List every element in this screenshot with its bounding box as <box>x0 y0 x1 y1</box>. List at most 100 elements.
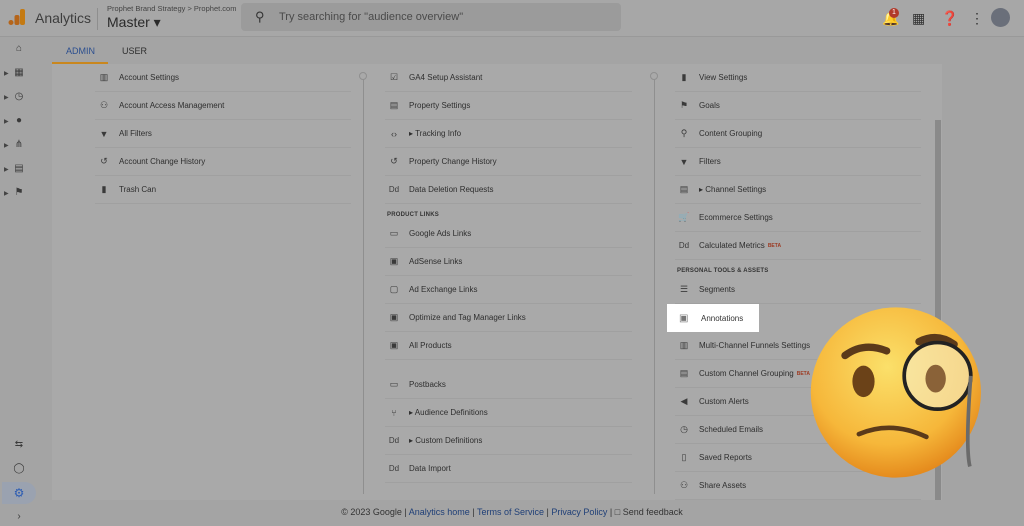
help-icon[interactable]: ❓ <box>941 10 958 27</box>
comment-icon: ▣ <box>679 312 689 324</box>
flag-icon: ⚑ <box>679 100 689 110</box>
divider <box>97 8 98 30</box>
expand-arrow-icon[interactable]: ▶ <box>4 142 9 149</box>
column-divider <box>363 74 364 494</box>
person-icon[interactable]: ● <box>12 115 26 126</box>
tab-admin[interactable]: ADMIN <box>66 46 95 56</box>
bar-chart-icon: ▥ <box>679 340 689 350</box>
avatar[interactable] <box>991 8 1010 27</box>
menu-item-label: Calculated Metrics <box>699 241 765 250</box>
menu-item-label: Filters <box>699 157 721 166</box>
menu-item-label: Content Grouping <box>699 129 763 138</box>
trash-icon: ▮ <box>101 184 107 194</box>
menu-item-tracking-info[interactable]: ‹› ▸ Tracking Info <box>385 120 632 148</box>
left-nav: ⌂ ▶ ▦ ▶ ◷ ▶ ● ▶ ⋔ ▶ ▤ ▶ ⚑ ⇆ ◯ ⚙ › <box>0 37 38 526</box>
privacy-link[interactable]: Privacy Policy <box>551 507 607 517</box>
property-icon: ▤ <box>389 100 399 110</box>
menu-item-filters[interactable]: ▼ Filters <box>675 148 921 176</box>
menu-item-postbacks[interactable]: ▭ Postbacks <box>385 371 632 399</box>
menu-item-label: Saved Reports <box>699 453 752 462</box>
acquisition-icon[interactable]: ⋔ <box>12 139 26 150</box>
menu-item-label: Property Settings <box>409 101 471 110</box>
menu-item-view-settings[interactable]: ▮ View Settings <box>675 64 921 92</box>
terms-link[interactable]: Terms of Service <box>477 507 544 517</box>
menu-item-label: ▸ Channel Settings <box>699 185 767 194</box>
menu-item-all-filters[interactable]: ▼ All Filters <box>95 120 351 148</box>
menu-item-label: Optimize and Tag Manager Links <box>409 313 526 322</box>
expand-arrow-icon[interactable]: ▶ <box>4 94 9 101</box>
attribution-icon[interactable]: ⇆ <box>12 439 26 450</box>
menu-item-property-change-history[interactable]: ↺ Property Change History <box>385 148 632 176</box>
menu-item-google-ads-links[interactable]: ▭ Google Ads Links <box>385 220 632 248</box>
menu-item-ga-setup-assistant[interactable]: ☑ GA4 Setup Assistant <box>385 64 632 92</box>
apps-grid-icon[interactable]: ▦ <box>912 10 925 27</box>
menu-item-trash-can[interactable]: ▮ Trash Can <box>95 176 351 204</box>
menu-item-label: ▸ Tracking Info <box>409 129 462 138</box>
menu-item-label: Account Change History <box>119 157 206 166</box>
menu-item-content-grouping[interactable]: ⚲ Content Grouping <box>675 120 921 148</box>
filter-icon: ▼ <box>679 156 689 167</box>
column-divider <box>654 74 655 494</box>
link-icon: ▣ <box>389 340 399 350</box>
collapse-handle[interactable] <box>359 72 367 80</box>
menu-item-account-access-management[interactable]: ⚇ Account Access Management <box>95 92 351 120</box>
menu-item-property-settings[interactable]: ▤ Property Settings <box>385 92 632 120</box>
menu-item-custom-definitions[interactable]: Dd ▸ Custom Definitions <box>385 427 632 455</box>
view-selector[interactable]: Master ▾ <box>107 14 161 31</box>
menu-item-label: Share Assets <box>699 481 747 490</box>
analytics-logo[interactable] <box>8 8 26 26</box>
menu-item-account-change-history[interactable]: ↺ Account Change History <box>95 148 351 176</box>
menu-item-data-import[interactable]: Dd Data Import <box>385 455 632 483</box>
postback-icon: ▭ <box>389 379 399 389</box>
menu-item-adsense-links[interactable]: ▣ AdSense Links <box>385 248 632 276</box>
channel-icon: ▤ <box>679 184 689 194</box>
monocle-face-emoji <box>810 307 981 478</box>
menu-item-channel-settings[interactable]: ▤ ▸ Channel Settings <box>675 176 921 204</box>
flag-icon[interactable]: ⚑ <box>12 187 26 198</box>
menu-item-label: Account Access Management <box>119 101 225 110</box>
admin-gear-icon[interactable]: ⚙ <box>2 482 36 504</box>
menu-item-label: ▸ Custom Definitions <box>409 436 483 445</box>
menu-item-ecommerce-settings[interactable]: 🛒 Ecommerce Settings <box>675 204 921 232</box>
expand-arrow-icon[interactable]: ▶ <box>4 190 9 197</box>
annotations-highlight[interactable]: ▣ Annotations <box>667 304 759 332</box>
section-heading: PERSONAL TOOLS & ASSETS <box>677 268 769 274</box>
behavior-icon[interactable]: ▤ <box>12 163 26 174</box>
menu-item-label: Account Settings <box>119 73 180 82</box>
menu-item-account-settings[interactable]: ▥ Account Settings <box>95 64 351 92</box>
menu-item-optimize-and-tag-manager-links[interactable]: ▣ Optimize and Tag Manager Links <box>385 304 632 332</box>
menu-item-calculated-metrics[interactable]: Dd Calculated Metrics BETA <box>675 232 921 260</box>
menu-item-all-products[interactable]: ▣ All Products <box>385 332 632 360</box>
lightbulb-icon[interactable]: ◯ <box>12 463 26 474</box>
breadcrumb[interactable]: Prophet Brand Strategy > Prophet.com <box>107 4 236 13</box>
menu-item-label: View Settings <box>699 73 748 82</box>
menu-item-data-deletion-requests[interactable]: Dd Data Deletion Requests <box>385 176 632 204</box>
home-icon[interactable]: ⌂ <box>12 43 26 54</box>
menu-item-label: Property Change History <box>409 157 497 166</box>
analytics-home-link[interactable]: Analytics home <box>409 507 470 517</box>
expand-arrow-icon[interactable]: ▶ <box>4 118 9 125</box>
search-placeholder: Try searching for "audience overview" <box>279 11 464 23</box>
menu-item-label: All Products <box>409 341 452 350</box>
more-vert-icon[interactable]: ⋮ <box>970 10 984 27</box>
menu-item-label: Postbacks <box>409 380 446 389</box>
dashboard-icon[interactable]: ▦ <box>12 67 26 78</box>
expand-arrow-icon[interactable]: ▶ <box>4 166 9 173</box>
clock-icon: ◷ <box>680 424 688 434</box>
tab-user[interactable]: USER <box>122 46 147 56</box>
menu-item-label: All Filters <box>119 129 152 138</box>
expand-arrow-icon[interactable]: ▶ <box>4 70 9 77</box>
menu-item-label: Data Deletion Requests <box>409 185 494 194</box>
menu-item-goals[interactable]: ⚑ Goals <box>675 92 921 120</box>
send-feedback-link[interactable]: Send feedback <box>623 507 683 517</box>
top-bar: Analytics Prophet Brand Strategy > Proph… <box>0 0 1024 37</box>
menu-item-audience-definitions[interactable]: ⑂ ▸ Audience Definitions <box>385 399 632 427</box>
menu-item-ad-exchange-links[interactable]: ▢ Ad Exchange Links <box>385 276 632 304</box>
filter-icon: ▼ <box>99 128 109 139</box>
adsense-icon: ▣ <box>389 256 399 266</box>
section-heading: PRODUCT LINKS <box>387 212 439 218</box>
clock-icon[interactable]: ◷ <box>12 91 26 102</box>
collapse-handle[interactable] <box>650 72 658 80</box>
search-input[interactable]: ⚲ Try searching for "audience overview" <box>241 3 621 31</box>
checklist-icon: ☑ <box>389 72 399 82</box>
